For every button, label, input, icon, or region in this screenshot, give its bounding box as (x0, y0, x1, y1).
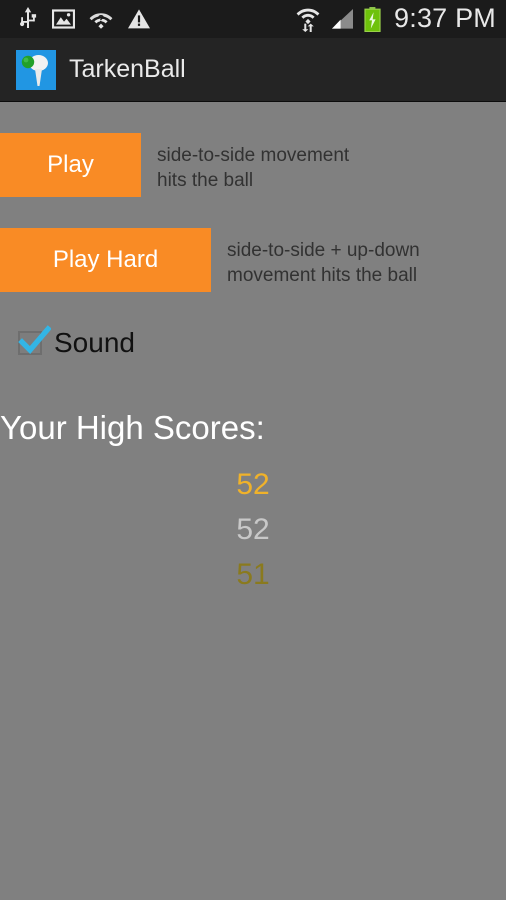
app-screen: ? 9:37 PM TarkenBall Play side-to-side m… (0, 0, 506, 900)
status-bar: ? 9:37 PM (0, 0, 506, 38)
play-hard-row: Play Hard side-to-side + up-down movemen… (0, 228, 420, 292)
usb-icon (18, 7, 38, 31)
status-bar-notification-icons: ? (18, 7, 151, 31)
svg-text:?: ? (98, 14, 105, 26)
high-score-entry-silver: 52 (0, 507, 506, 552)
high-score-value: 51 (236, 558, 270, 591)
high-scores-list: 52 52 51 (0, 462, 506, 597)
wifi-transfer-icon (296, 6, 320, 32)
cellular-signal-icon (329, 8, 355, 30)
app-title: TarkenBall (69, 55, 186, 83)
high-scores-title: Your High Scores: (0, 409, 265, 446)
play-button[interactable]: Play (0, 133, 141, 197)
action-bar: TarkenBall (0, 38, 506, 102)
high-score-value: 52 (236, 468, 270, 501)
wifi-unknown-icon: ? (89, 9, 113, 29)
main-content: Play side-to-side movement hits the ball… (0, 102, 506, 900)
sound-checkbox[interactable] (18, 325, 51, 355)
battery-charging-icon (364, 6, 381, 32)
play-row: Play side-to-side movement hits the ball (0, 133, 349, 197)
sound-checkbox-label: Sound (54, 327, 135, 358)
status-bar-system-icons: 9:37 PM (296, 2, 496, 35)
high-score-entry-bronze: 51 (0, 552, 506, 597)
play-hard-button[interactable]: Play Hard (0, 228, 211, 292)
checkmark-icon (18, 325, 51, 354)
play-hint-text: side-to-side movement hits the ball (157, 145, 350, 191)
high-score-entry-gold: 52 (0, 462, 506, 507)
play-hard-hint-text: side-to-side + up-down movement hits the… (227, 240, 420, 286)
high-score-value: 52 (236, 513, 270, 546)
tarkenball-app-icon (16, 49, 56, 90)
status-bar-clock: 9:37 PM (394, 2, 496, 33)
screenshot-image-icon (51, 9, 76, 29)
warning-triangle-icon (127, 8, 151, 30)
sound-checkbox-row[interactable]: Sound (18, 325, 135, 359)
